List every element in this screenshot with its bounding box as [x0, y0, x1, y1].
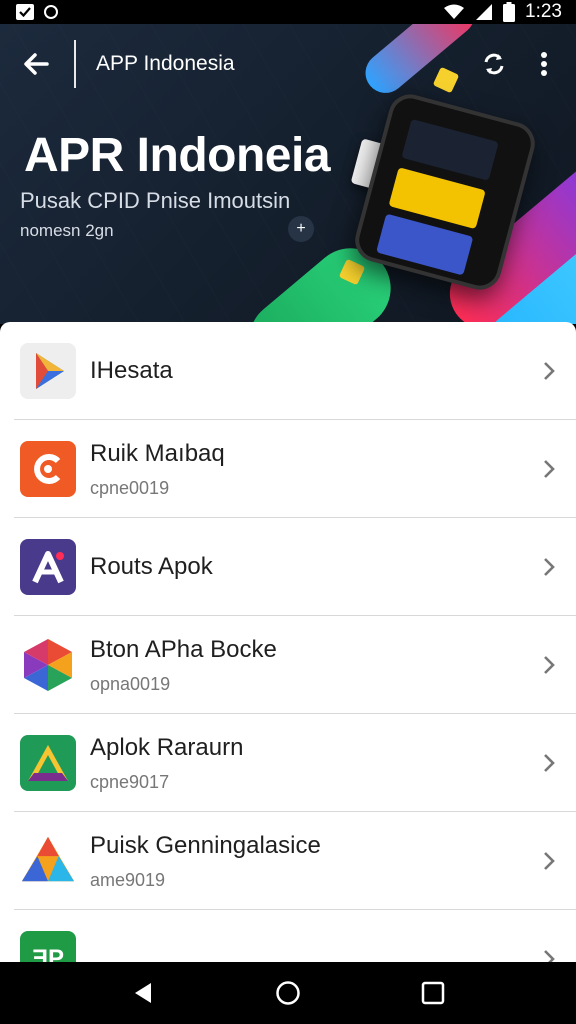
nav-home-icon: [276, 981, 300, 1005]
item-subtitle: cpne9017: [90, 771, 170, 792]
title-divider: [74, 40, 76, 88]
green-p-icon: ƎP: [20, 931, 76, 962]
chevron-right-icon: [544, 852, 555, 870]
list-item[interactable]: Routs Apok: [0, 518, 576, 616]
hero-subtitle-secondary: nomesn 2gn: [20, 221, 114, 240]
chevron-right-icon: [544, 950, 555, 962]
notification-check-icon: [16, 4, 34, 20]
list-item[interactable]: Puisk Genningalasice ame9019: [0, 812, 576, 910]
signal-icon: [475, 3, 493, 21]
sync-circle-icon: [44, 5, 58, 19]
more-vert-icon: [541, 52, 547, 76]
nav-back-button[interactable]: [113, 968, 173, 1018]
battery-icon: [503, 2, 516, 22]
status-time: 1:23: [525, 1, 562, 22]
hero-subtitle: Pusak CPID Pnise Imoutsin: [20, 188, 291, 213]
hexagon-icon: [20, 637, 76, 693]
list-item[interactable]: Ruik Maıbaq cpne0019: [0, 420, 576, 518]
list-item[interactable]: Bton APha Bocke opna0019: [0, 616, 576, 714]
app-title: APP Indonesia: [96, 52, 235, 75]
chevron-right-icon: [544, 362, 555, 380]
back-button[interactable]: [16, 44, 56, 84]
list-item[interactable]: ƎP: [0, 910, 576, 962]
hero-banner: APP Indonesia APR Indoneia Pusak CPID Pn…: [0, 24, 576, 324]
back-arrow-icon: [24, 53, 49, 75]
play-triangle-icon: [20, 343, 76, 399]
refresh-button[interactable]: [476, 44, 512, 84]
nav-back-icon: [134, 983, 151, 1003]
item-subtitle: opna0019: [90, 673, 171, 694]
chevron-right-icon: [544, 656, 555, 674]
chevron-right-icon: [544, 460, 555, 478]
app-list: IHesata Ruik Maıbaq cpne0019 Routs Apok …: [0, 322, 576, 962]
chevron-right-icon: [544, 558, 555, 576]
orange-c-icon: [20, 441, 76, 497]
item-title: Routs Apok: [90, 553, 213, 580]
hero-title: APR Indoneia: [24, 129, 331, 182]
nav-home-button[interactable]: [258, 968, 318, 1018]
item-title: IHesata: [90, 357, 173, 384]
list-item[interactable]: IHesata: [0, 322, 576, 420]
nav-recents-button[interactable]: [403, 968, 463, 1018]
item-title: Bton APha Bocke: [90, 635, 277, 663]
app-bar: APP Indonesia: [0, 40, 576, 88]
wifi-icon: [443, 4, 465, 20]
item-title: Ruik Maıbaq: [90, 439, 225, 467]
refresh-icon: [484, 53, 504, 75]
drive-triangle-icon: [20, 735, 76, 791]
status-bar: 1:23: [0, 0, 576, 24]
nav-recents-icon: [422, 981, 445, 1005]
item-title: Aplok Raraurn: [90, 733, 244, 761]
more-options-button[interactable]: [526, 44, 562, 84]
list-item[interactable]: Aplok Raraurn cpne9017: [0, 714, 576, 812]
purple-a-icon: [20, 539, 76, 595]
item-subtitle: ame9019: [90, 869, 166, 890]
item-subtitle: cpne0019: [90, 477, 170, 498]
chevron-right-icon: [544, 754, 555, 772]
item-title: Puisk Genningalasice: [90, 831, 321, 859]
prism-icon: [20, 833, 76, 889]
navigation-bar: [0, 962, 576, 1024]
hero-add-button[interactable]: +: [288, 216, 314, 242]
